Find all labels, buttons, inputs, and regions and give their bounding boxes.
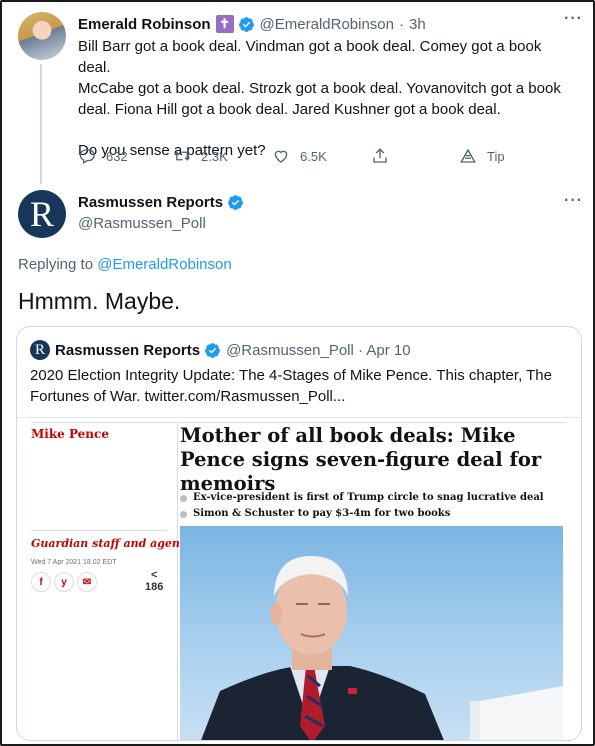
tweet-text: Bill Barr got a book deal. Vindman got a… (78, 36, 578, 161)
bullet-text: Simon & Schuster to pay $3-4m for two bo… (193, 508, 451, 519)
avatar[interactable]: R (18, 190, 66, 238)
more-icon[interactable]: ··· (564, 10, 583, 28)
divider (177, 422, 178, 740)
author-handle[interactable]: @EmeraldRobinson (260, 16, 394, 33)
author-name[interactable]: Rasmussen Reports (78, 194, 223, 211)
like-count: 6.5K (300, 148, 327, 164)
list-item: Simon & Schuster to pay $3-4m for two bo… (180, 506, 570, 522)
share-icon (373, 148, 387, 163)
tweet-time[interactable]: 3h (409, 16, 426, 33)
replying-to-link[interactable]: @EmeraldRobinson (97, 256, 231, 273)
avatar: R (30, 340, 50, 360)
retweet-button[interactable]: 2.3K (173, 147, 228, 165)
quote-header: R Rasmussen Reports @Rasmussen_Poll · Ap… (30, 340, 411, 360)
divider (31, 530, 167, 531)
tip-button[interactable]: Tip (459, 147, 505, 165)
more-icon[interactable]: ··· (564, 192, 583, 210)
thread-connector (40, 64, 42, 184)
facebook-icon: f (31, 572, 51, 592)
author-handle[interactable]: @Rasmussen_Poll (78, 215, 206, 232)
retweet-icon (174, 151, 190, 161)
share-arrow-icon: < (150, 569, 158, 581)
verified-icon (228, 195, 243, 210)
article-tag: Mike Pence (31, 427, 109, 441)
article-image[interactable]: Mike Pence Mother of all book deals: Mik… (17, 417, 581, 740)
quote-handle-time: @Rasmussen_Poll · Apr 10 (226, 341, 411, 359)
article-headline: Mother of all book deals: Mike Pence sig… (180, 424, 542, 495)
tip-icon (460, 148, 476, 163)
share-count: < 186 (145, 569, 163, 593)
article-photo (180, 526, 563, 740)
avatar-letter: R (29, 194, 54, 234)
cross-emoji-icon: ✝ (215, 15, 234, 33)
quote-text: 2020 Election Integrity Update: The 4-St… (30, 365, 570, 407)
article-standfirst: Ex-vice-president is first of Trump circ… (180, 490, 570, 522)
article-share-icons: f y ✉ (31, 572, 100, 592)
tweet-header: Emerald Robinson ✝ @EmeraldRobinson · 3h (78, 14, 426, 34)
replying-prefix: Replying to (18, 256, 94, 273)
replying-to: Replying to @EmeraldRobinson (18, 256, 232, 273)
verified-icon (238, 16, 254, 32)
quote-line: 2020 Election Integrity Update: The 4-St… (30, 367, 552, 384)
quote-line: Fortunes of War. twitter.com/Rasmussen_P… (30, 388, 346, 405)
reply-count: 632 (106, 148, 128, 164)
article-date: Wed 7 Apr 2021 18.02 EDT (31, 559, 117, 566)
tweet-line: Bill Barr got a book deal. Vindman got a… (78, 38, 542, 76)
reply-text: Hmmm. Maybe. (18, 288, 181, 314)
email-icon: ✉ (77, 572, 97, 592)
quote-tweet-card[interactable]: R Rasmussen Reports @Rasmussen_Poll · Ap… (16, 326, 582, 741)
list-item: Ex-vice-president is first of Trump circ… (180, 490, 570, 506)
share-count-value: 186 (145, 581, 164, 593)
reply-header: Rasmussen Reports (78, 194, 244, 211)
tweet-actions: 632 2.3K 6.5K Tip (78, 147, 518, 169)
portrait-illustration (201, 556, 563, 740)
article-byline: Guardian staff and agencies (31, 537, 204, 550)
divider (31, 422, 567, 423)
author-name[interactable]: Emerald Robinson (78, 16, 211, 33)
twitter-icon: y (54, 572, 74, 592)
tip-label: Tip (487, 148, 505, 164)
reply-icon (79, 149, 95, 164)
retweet-count: 2.3K (201, 148, 228, 164)
bullet-text: Ex-vice-president is first of Trump circ… (193, 492, 544, 503)
avatar[interactable] (18, 12, 66, 60)
separator-dot: · (399, 15, 404, 33)
author-name: Rasmussen Reports (55, 341, 201, 359)
avatar-letter: R (34, 341, 45, 358)
verified-icon (205, 342, 220, 358)
reply-button[interactable]: 632 (78, 147, 128, 165)
share-button[interactable] (371, 147, 399, 165)
like-button[interactable]: 6.5K (272, 147, 327, 165)
tweet-line: McCabe got a book deal. Strozk got a boo… (78, 80, 561, 97)
tweet-line: deal. Fiona Hill got a book deal. Jared … (78, 101, 501, 118)
like-icon (274, 150, 288, 163)
